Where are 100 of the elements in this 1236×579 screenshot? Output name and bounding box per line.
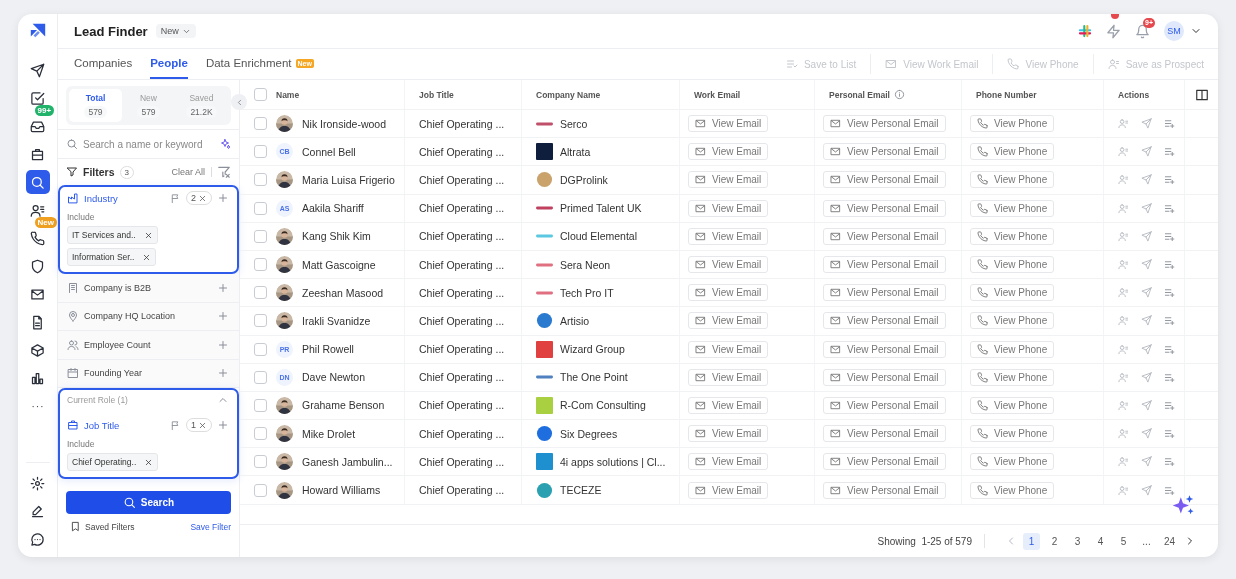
filter-value-chip[interactable]: IT Services and.. [67,226,158,244]
search-field[interactable]: Search a name or keyword [83,136,214,152]
sparkle-icon[interactable] [219,138,231,150]
company-name[interactable]: Wizard Group [560,343,625,356]
person-name[interactable]: Connel Bell [302,145,356,158]
logo-icon[interactable] [28,22,47,40]
view-email-button[interactable]: View Email [688,368,769,386]
column-header[interactable]: Work Email [694,89,741,100]
briefcase-icon[interactable] [30,146,45,162]
view-personal-email-button[interactable]: View Personal Email [823,340,946,358]
view-phone-button[interactable]: View Phone [970,396,1055,414]
filter-label[interactable]: Industry [84,192,165,204]
filter-row[interactable]: Founding Year [58,359,239,388]
row-checkbox[interactable] [254,483,267,497]
saved-filters-link[interactable]: Saved Filters [70,521,135,532]
person-name[interactable]: Nik Ironside-wood [302,117,387,130]
view-personal-email-button[interactable]: View Personal Email [823,171,946,189]
view-phone-button[interactable]: View Phone [970,481,1055,499]
list-add-icon[interactable] [1164,202,1175,214]
list-add-icon[interactable] [1164,456,1175,468]
company-name[interactable]: Cloud Elemental [560,230,638,243]
column-header[interactable]: Company Name [536,89,601,100]
view-phone-button[interactable]: View Phone [970,425,1055,443]
nav-highlight[interactable] [25,170,50,194]
filter-value-chip[interactable]: Chief Operating.. [67,453,159,471]
settings-icon[interactable] [30,475,45,491]
row-checkbox[interactable] [254,286,267,300]
filter-row[interactable]: Company HQ Location [58,302,239,331]
row-checkbox[interactable] [254,145,267,159]
app-icon[interactable] [1078,24,1092,38]
view-phone-button[interactable]: View Phone [970,115,1055,133]
view-phone-button[interactable]: View Phone [970,453,1055,471]
person-icon[interactable] [1118,371,1129,383]
person-name[interactable]: Ganesh Jambulin... [302,455,393,468]
person-name[interactable]: Mike Drolet [302,427,356,440]
lightning-icon[interactable] [1106,23,1121,39]
view-personal-email-button[interactable]: View Personal Email [823,143,946,161]
view-personal-email-button[interactable]: View Personal Email [823,115,946,133]
row-checkbox[interactable] [254,229,267,243]
row-checkbox[interactable] [254,173,267,187]
clear-all-button[interactable]: Clear All [171,167,212,177]
company-name[interactable]: Altrata [560,145,591,158]
row-checkbox[interactable] [254,455,267,469]
count-tab[interactable]: Saved 21.2K [175,89,228,122]
view-email-button[interactable]: View Email [688,143,769,161]
bell-icon[interactable] [1135,23,1150,39]
view-personal-email-button[interactable]: View Personal Email [823,227,946,245]
company-name[interactable]: Sera Neon [560,258,611,271]
person-name[interactable]: Aakila Shariff [302,202,364,215]
search-icon[interactable] [30,174,45,190]
filter-label[interactable]: Job Title [84,419,165,431]
company-name[interactable]: R-Com Consulting [560,399,646,412]
inbox-icon[interactable] [30,118,45,134]
view-phone-button[interactable]: View Phone [970,256,1055,274]
select-all-checkbox[interactable] [254,88,267,101]
filter-value-chip[interactable]: Information Ser.. [67,248,157,266]
person-icon[interactable] [1118,484,1129,496]
person-name[interactable]: Maria Luisa Frigerio [302,173,395,186]
person-icon[interactable] [1118,118,1129,130]
company-name[interactable]: Six Degrees [560,427,618,440]
count-tab[interactable]: New 579 [122,89,175,122]
person-icon[interactable] [1118,146,1129,158]
view-email-button[interactable]: View Email [688,481,769,499]
edit-icon[interactable] [30,503,45,519]
search-button[interactable]: Search [66,491,231,514]
view-personal-email-button[interactable]: View Personal Email [823,284,946,302]
person-name[interactable]: Zeeshan Masood [302,286,384,299]
collapse-button[interactable] [231,94,247,110]
view-personal-email-button[interactable]: View Personal Email [823,256,946,274]
list-add-icon[interactable] [1164,174,1175,186]
person-icon[interactable] [1118,230,1129,242]
count-tab[interactable]: Total 579 [69,89,122,122]
bar-chart-icon[interactable] [30,370,45,386]
row-checkbox[interactable] [254,427,267,441]
list-add-icon[interactable] [1164,428,1175,440]
list-add-icon[interactable] [1164,287,1175,299]
person-icon[interactable] [1118,202,1129,214]
view-dropdown[interactable]: New [155,24,196,38]
row-checkbox[interactable] [254,314,267,328]
info-icon[interactable] [893,89,905,100]
filter-settings-icon[interactable] [217,165,231,179]
view-phone-button[interactable]: View Phone [970,227,1055,245]
list-add-icon[interactable] [1164,259,1175,271]
view-email-button[interactable]: View Email [688,284,769,302]
checkbox-icon[interactable] [30,90,45,106]
person-icon[interactable] [1118,343,1129,355]
page-button[interactable]: 4 [1092,532,1109,550]
chat-icon[interactable] [30,531,45,547]
save-filter-link[interactable]: Save Filter [190,521,231,532]
list-add-icon[interactable] [1164,371,1175,383]
box-icon[interactable] [30,342,45,358]
view-email-button[interactable]: View Email [688,115,769,133]
person-icon[interactable] [1118,428,1129,440]
view-email-button[interactable]: View Email [688,340,769,358]
view-personal-email-button[interactable]: View Personal Email [823,199,946,217]
company-name[interactable]: 4i apps solutions | Cl... [560,455,666,468]
view-phone-button[interactable]: View Phone [970,340,1055,358]
person-name[interactable]: Phil Rowell [302,343,354,356]
add-icon[interactable] [217,192,229,204]
view-personal-email-button[interactable]: View Personal Email [823,453,946,471]
